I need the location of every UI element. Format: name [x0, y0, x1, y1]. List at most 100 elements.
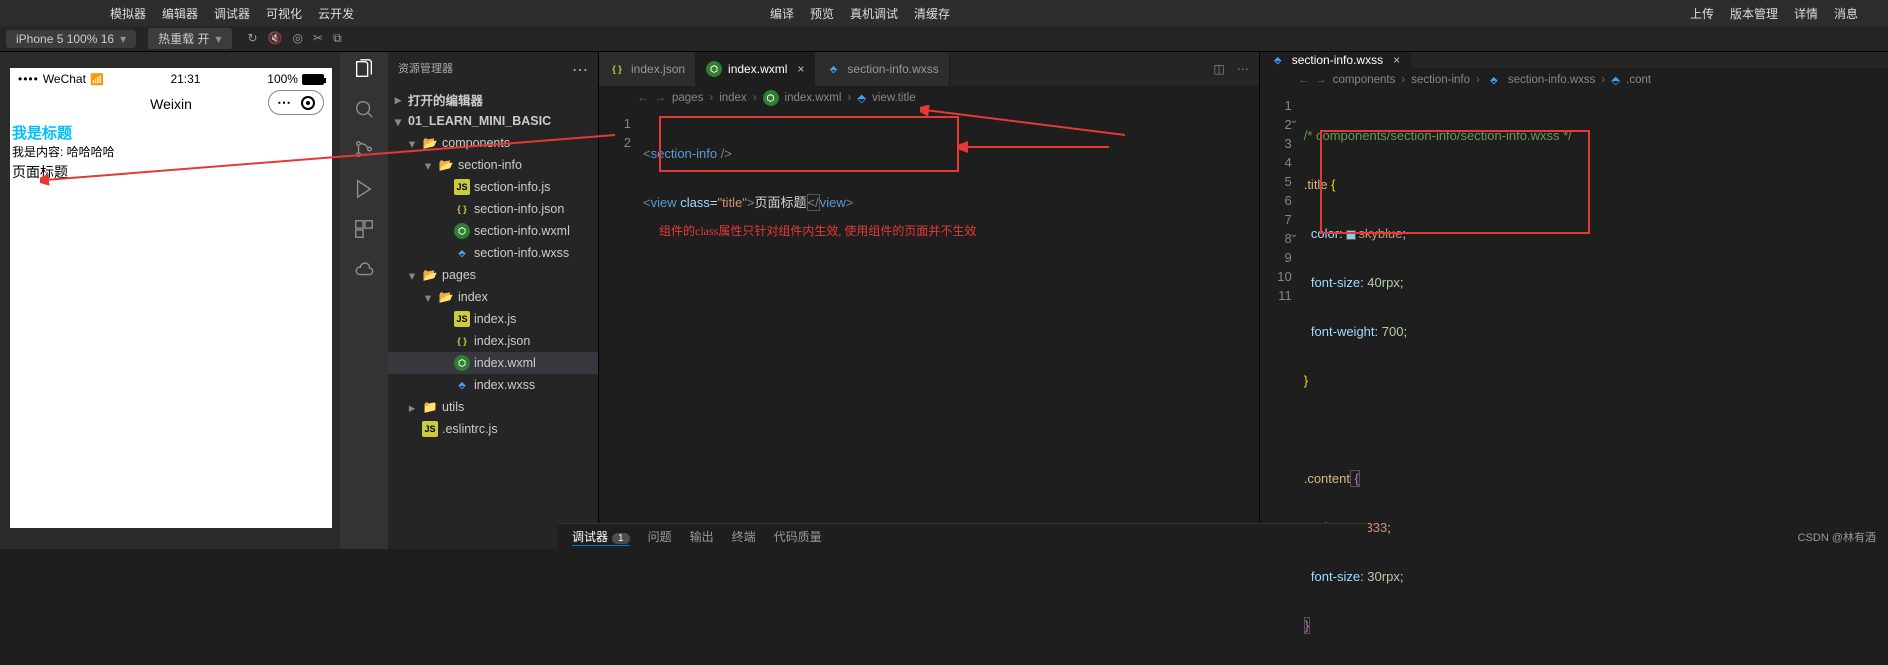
tree-file-idx-js[interactable]: index.js	[388, 308, 598, 330]
capsule-close-icon	[301, 96, 315, 110]
mute-icon[interactable]: 🔇	[268, 31, 283, 46]
capsule-button[interactable]	[268, 90, 324, 115]
editor1-tabs: index.json index.wxml section-info.wxss …	[599, 52, 1259, 86]
sidebar-more-icon[interactable]	[572, 60, 588, 80]
hot-reload-toggle[interactable]: 热重载 开▾	[148, 28, 231, 49]
menu-upload[interactable]: 上传	[1690, 5, 1714, 22]
phone-navbar: Weixin	[10, 90, 332, 122]
menu-version[interactable]: 版本管理	[1730, 5, 1778, 22]
tab-section-info-wxss[interactable]: section-info.wxss	[815, 52, 949, 86]
tree-file-si-js[interactable]: section-info.js	[388, 176, 598, 198]
watermark: CSDN @林有酒	[1798, 529, 1876, 545]
editor1-breadcrumb[interactable]: ← → pages index index.wxml ⬘view.title	[599, 86, 1259, 110]
wifi-icon	[90, 72, 104, 86]
tree-file-idx-json[interactable]: index.json	[388, 330, 598, 352]
tree-file-eslint[interactable]: .eslintrc.js	[388, 418, 598, 440]
more-icon[interactable]: ⋯	[1237, 62, 1249, 76]
bc-back-icon[interactable]: ←	[1298, 74, 1310, 86]
debug-badge: 1	[612, 533, 630, 544]
simulator-toolbar: iPhone 5 100% 16▾ 热重载 开▾ ↻ 🔇 ◎ ✂ ⧉	[0, 26, 1888, 52]
cut-icon[interactable]: ✂	[313, 31, 323, 46]
battery-label: 100%	[267, 72, 298, 86]
search-icon[interactable]	[353, 98, 375, 120]
tree-file-idx-wxml[interactable]: index.wxml	[388, 352, 598, 374]
bc-fwd-icon[interactable]: →	[655, 92, 667, 104]
device-label: iPhone 5 100% 16	[16, 32, 114, 46]
activity-bar	[340, 52, 388, 549]
tree-open-editors[interactable]: 打开的编辑器	[388, 88, 598, 110]
bc-fwd-icon[interactable]: →	[1315, 74, 1327, 86]
tree-file-idx-wxss[interactable]: index.wxss	[388, 374, 598, 396]
editor1-code[interactable]: 12 <section-info /> <view class="title">…	[599, 110, 1259, 549]
tab-index-wxml[interactable]: index.wxml	[696, 52, 815, 86]
tree-folder-utils[interactable]: utils	[388, 396, 598, 418]
simulator-panel: WeChat 21:31 100% Weixin 我是标题 我是内容: 哈哈哈哈…	[0, 52, 340, 549]
editor2-tabs: section-info.wxss	[1260, 52, 1888, 68]
source-control-icon[interactable]	[353, 138, 375, 160]
menu-visual[interactable]: 可视化	[266, 5, 302, 22]
capsule-menu-icon	[277, 94, 291, 111]
popout-icon[interactable]: ⧉	[333, 31, 342, 46]
menu-preview[interactable]: 预览	[810, 5, 834, 22]
battery-icon	[302, 74, 324, 85]
target-icon[interactable]: ◎	[293, 31, 303, 46]
menu-simulator[interactable]: 模拟器	[110, 5, 146, 22]
menu-messages[interactable]: 消息	[1834, 5, 1858, 22]
refresh-icon[interactable]: ↻	[248, 31, 258, 46]
tree-file-si-json[interactable]: section-info.json	[388, 198, 598, 220]
line-gutter: 12	[599, 110, 643, 549]
signal-icon	[18, 72, 39, 86]
panel-tab-terminal[interactable]: 终端	[732, 528, 756, 545]
fold-icon[interactable]: ⌄	[1290, 115, 1298, 126]
sidebar-title: 资源管理器	[398, 60, 453, 80]
explorer-sidebar: 资源管理器 打开的编辑器 01_LEARN_MINI_BASIC compone…	[388, 52, 598, 549]
carrier-label: WeChat	[43, 72, 86, 86]
tab-index-json[interactable]: index.json	[599, 52, 696, 86]
menu-details[interactable]: 详情	[1794, 5, 1818, 22]
panel-tab-output[interactable]: 输出	[690, 528, 714, 545]
tab-section-info-wxss-2[interactable]: section-info.wxss	[1260, 52, 1411, 68]
panel-tab-debugger[interactable]: 调试器1	[572, 528, 630, 546]
menu-debugger[interactable]: 调试器	[214, 5, 250, 22]
tree-folder-index[interactable]: index	[388, 286, 598, 308]
menu-clear-cache[interactable]: 清缓存	[914, 5, 950, 22]
editor2-code[interactable]: 1234567891011 ⌄ ⌄ /* components/section-…	[1260, 92, 1888, 665]
explorer-icon[interactable]	[353, 58, 375, 80]
preview-title: 我是标题	[10, 122, 332, 143]
tree-file-si-wxml[interactable]: section-info.wxml	[388, 220, 598, 242]
tree-folder-components[interactable]: components	[388, 132, 598, 154]
annotation-text: 组件的class属性只针对组件内生效, 使用组件的页面并不生效	[659, 222, 976, 239]
split-editor-icon[interactable]: ◫	[1213, 62, 1224, 76]
close-icon[interactable]	[1389, 53, 1400, 67]
file-tree: 打开的编辑器 01_LEARN_MINI_BASIC components se…	[388, 88, 598, 440]
top-menu-bar: 模拟器 编辑器 调试器 可视化 云开发 编译 预览 真机调试 清缓存 上传 版本…	[0, 0, 1888, 26]
tree-folder-pages[interactable]: pages	[388, 264, 598, 286]
device-selector[interactable]: iPhone 5 100% 16▾	[6, 30, 136, 48]
cloud-icon[interactable]	[353, 258, 375, 280]
tree-project-root[interactable]: 01_LEARN_MINI_BASIC	[388, 110, 598, 132]
menu-remote-debug[interactable]: 真机调试	[850, 5, 898, 22]
editor2-breadcrumb[interactable]: ← → components section-info section-info…	[1260, 68, 1888, 92]
close-icon[interactable]	[793, 62, 804, 76]
panel-tab-quality[interactable]: 代码质量	[774, 528, 822, 545]
tree-file-si-wxss[interactable]: section-info.wxss	[388, 242, 598, 264]
debug-icon[interactable]	[353, 178, 375, 200]
time-label: 21:31	[170, 72, 200, 86]
line-gutter: 1234567891011	[1260, 92, 1304, 665]
bc-back-icon[interactable]: ←	[637, 92, 649, 104]
fold-icon[interactable]: ⌄	[1290, 229, 1298, 240]
tree-folder-section-info[interactable]: section-info	[388, 154, 598, 176]
phone-statusbar: WeChat 21:31 100%	[10, 68, 332, 90]
menu-compile[interactable]: 编译	[770, 5, 794, 22]
bottom-panel: 调试器1 问题 输出 终端 代码质量	[558, 523, 1368, 549]
phone-screen: WeChat 21:31 100% Weixin 我是标题 我是内容: 哈哈哈哈…	[10, 68, 332, 528]
editor-group-1: index.json index.wxml section-info.wxss …	[598, 52, 1259, 549]
panel-tab-problems[interactable]: 问题	[648, 528, 672, 545]
menu-cloud[interactable]: 云开发	[318, 5, 354, 22]
extensions-icon[interactable]	[353, 218, 375, 240]
reload-label: 热重载 开	[158, 30, 209, 47]
preview-pagetitle: 页面标题	[10, 160, 332, 184]
nav-title: Weixin	[150, 96, 192, 112]
menu-editor[interactable]: 编辑器	[162, 5, 198, 22]
editor-group-2: section-info.wxss ← → components section…	[1259, 52, 1888, 549]
